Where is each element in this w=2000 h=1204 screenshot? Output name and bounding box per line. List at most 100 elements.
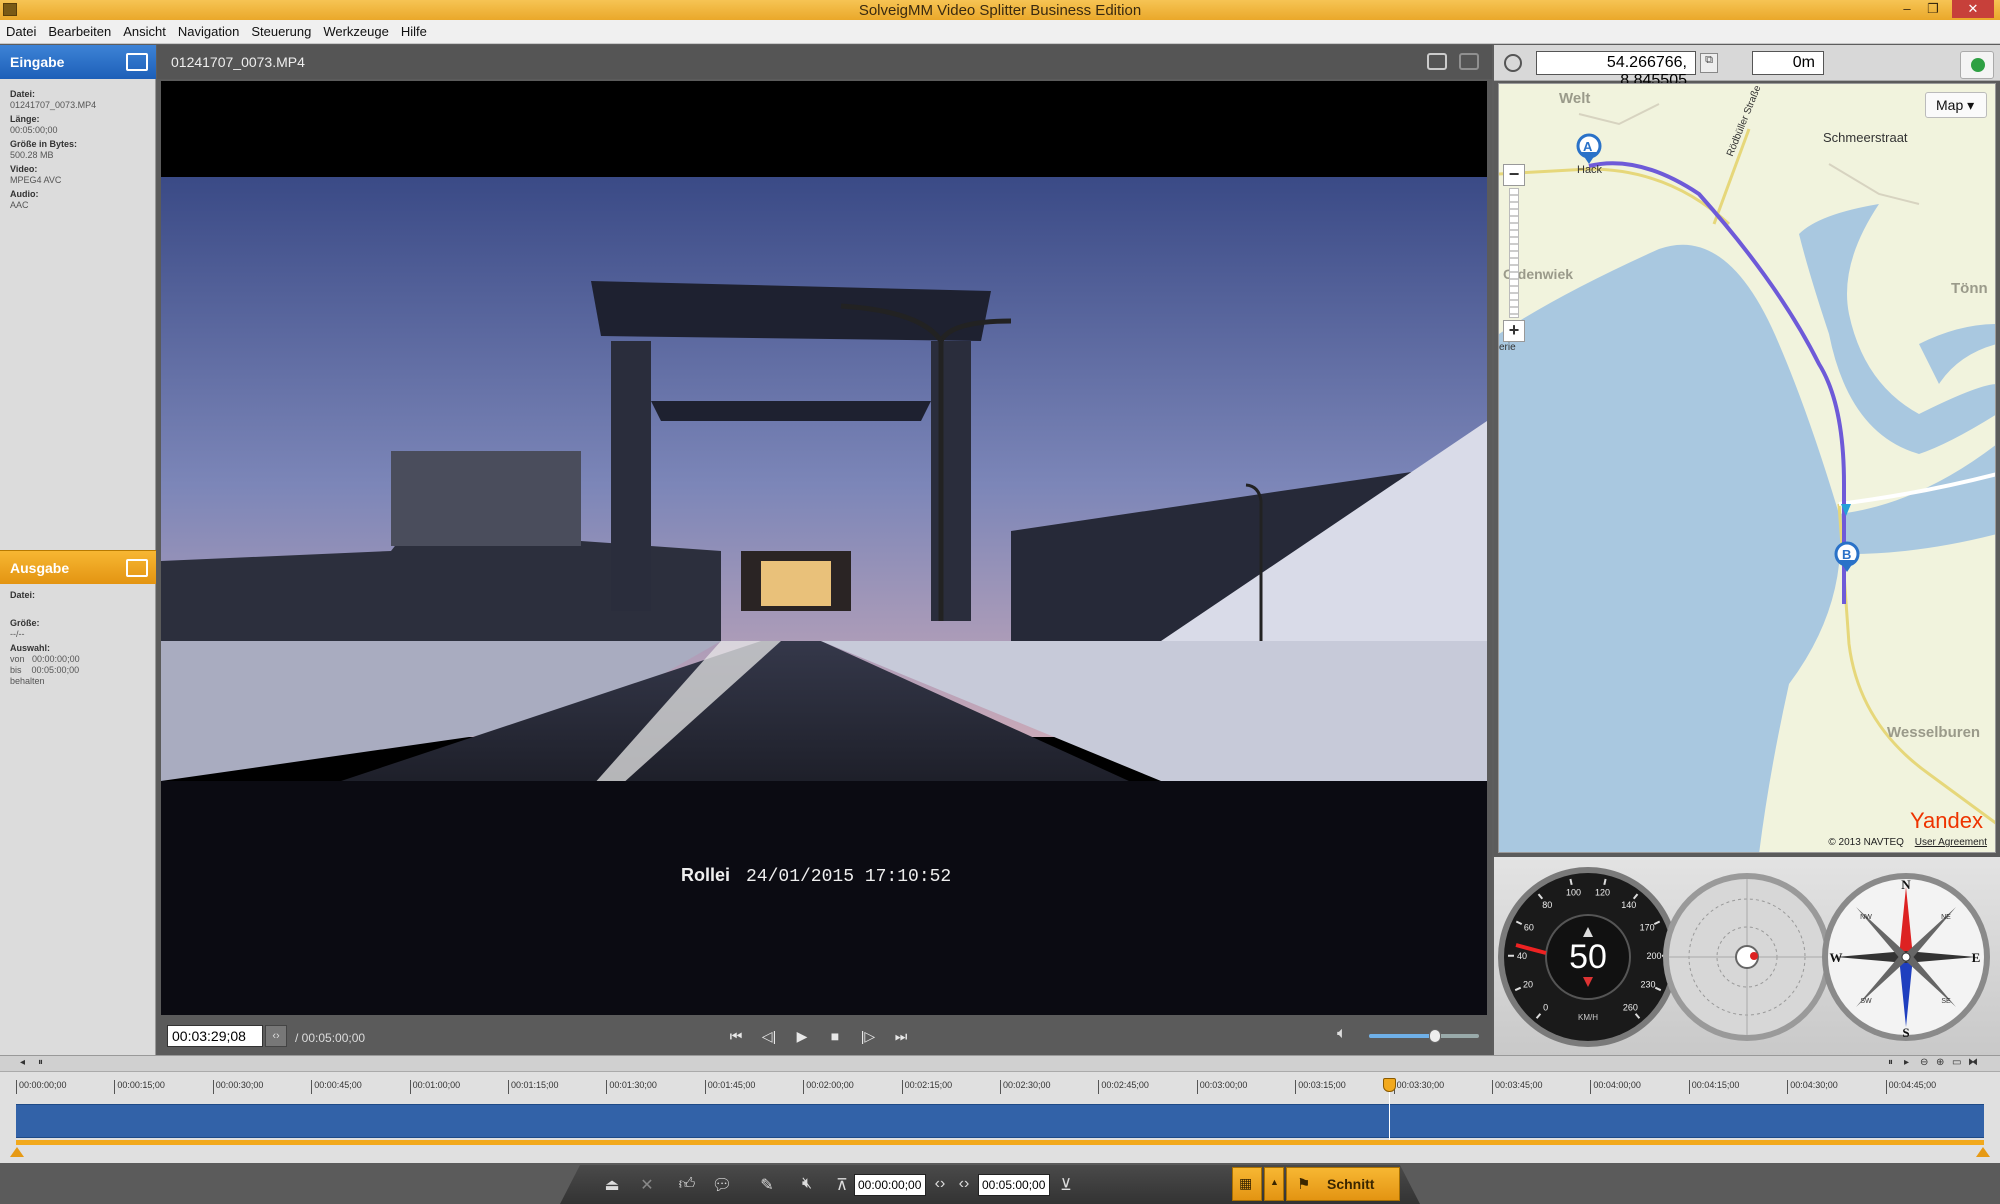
split-timeline-icon[interactable]: ⧓ xyxy=(1968,1057,1978,1068)
cut-controls: ▦ ▲ ⚑ Schnitt xyxy=(1232,1167,1404,1201)
compass-nw: NW xyxy=(1860,914,1872,921)
compass-w: W xyxy=(1830,950,1843,965)
volume-knob[interactable] xyxy=(1429,1029,1441,1043)
zoom-out-button[interactable]: − xyxy=(1503,164,1525,186)
minimize-button[interactable]: – xyxy=(1894,0,1920,18)
step-back-icon[interactable]: ◁| xyxy=(755,1025,783,1047)
set-start-icon[interactable]: ⊼ xyxy=(830,1175,854,1195)
eject-icon[interactable]: ⏏ xyxy=(600,1175,624,1195)
film-icon: ▦ xyxy=(1239,1175,1253,1191)
end-time-field[interactable]: 00:05:00;00 xyxy=(978,1174,1050,1196)
comment-icon[interactable]: 💬︎ xyxy=(710,1175,734,1195)
marker-disabled-icon[interactable]: ✕ xyxy=(635,1175,659,1195)
video-player[interactable]: Rollei 24/01/2015 17:10:52 xyxy=(161,81,1487,1015)
start-time-field[interactable]: 00:00:00;00 xyxy=(854,1174,926,1196)
coordinates-field[interactable]: 54.266766, 8.845505 xyxy=(1536,51,1696,89)
restore-button[interactable]: ❐ xyxy=(1920,0,1946,18)
step-forward-icon[interactable]: |▷ xyxy=(854,1025,882,1047)
copy-icon[interactable]: ⧉ xyxy=(1700,53,1718,73)
menu-bar: Datei Bearbeiten Ansicht Navigation Steuerun… xyxy=(0,20,2000,44)
map-label-hack: Hack xyxy=(1577,164,1603,176)
timeline-scroll-right-icon[interactable]: ▸ xyxy=(1904,1057,1909,1068)
zoom-out-timeline-icon[interactable]: ⊖ xyxy=(1920,1057,1928,1068)
map-label-toenning: Tönn xyxy=(1951,280,1988,297)
end-time-spin-icon[interactable]: ‹› xyxy=(952,1175,976,1193)
from-label: von xyxy=(10,654,25,664)
output-header-label: Ausgabe xyxy=(10,560,70,576)
snapshot-icon[interactable] xyxy=(1427,53,1447,70)
timecode-input[interactable]: 00:03:29;08 xyxy=(167,1025,263,1047)
stop-icon[interactable]: ■ xyxy=(821,1025,849,1047)
edit-icon[interactable]: ✎ xyxy=(755,1175,779,1195)
volume-icon[interactable]: 🔈︎ xyxy=(1337,1025,1347,1043)
menu-steuerung[interactable]: Steuerung xyxy=(245,20,317,44)
timeline-tick-label: 00:03:30;00 xyxy=(1393,1080,1444,1094)
speed-unit: KM/H xyxy=(1578,1013,1598,1022)
fit-timeline-icon[interactable]: ▭ xyxy=(1952,1057,1961,1068)
timeline-tick-label: 00:04:00;00 xyxy=(1590,1080,1641,1094)
zoom-in-timeline-icon[interactable]: ⊕ xyxy=(1936,1057,1944,1068)
map-type-dropdown[interactable]: Map ▾ xyxy=(1925,92,1987,118)
menu-hilfe[interactable]: Hilfe xyxy=(395,20,433,44)
go-to-end-icon[interactable]: ⏭ xyxy=(887,1025,915,1047)
zoom-in-button[interactable]: + xyxy=(1503,320,1525,342)
length-value: 00:05:00;00 xyxy=(10,125,58,135)
selection-label: Auswahl: xyxy=(10,643,51,653)
selection-bar[interactable] xyxy=(16,1140,1984,1145)
timeline-scroll-left-icon[interactable]: ◂ xyxy=(20,1057,25,1068)
timeline-tick-label: 00:00:30;00 xyxy=(212,1080,263,1094)
input-info: Datei: 01241707_0073.MP4 Länge: 00:05:00… xyxy=(10,89,96,211)
coordinate-bar: 54.266766, 8.845505 ⧉ 0m xyxy=(1494,45,2000,89)
volume-slider[interactable] xyxy=(1369,1029,1479,1043)
save-icon[interactable] xyxy=(126,559,148,577)
selection-end-marker[interactable] xyxy=(1976,1147,1990,1157)
gps-icon[interactable] xyxy=(1504,54,1522,72)
map-label-wesselburen: Wesselburen xyxy=(1887,724,1981,741)
mute-icon[interactable]: 🔇︎ xyxy=(795,1175,819,1193)
cut-mode-button[interactable]: ▦ xyxy=(1232,1167,1262,1201)
video-label: Video: xyxy=(10,164,38,174)
map-view[interactable]: A B Welt Schmeerstraat Rödbüller Straße … xyxy=(1498,83,1996,853)
cut-mode-dropdown[interactable]: ▲ xyxy=(1264,1167,1284,1201)
zoom-slider[interactable] xyxy=(1509,188,1519,318)
timecode-spin-icon[interactable]: ‹› xyxy=(265,1025,287,1047)
timeline-tick-label: 00:00:45;00 xyxy=(311,1080,362,1094)
close-button[interactable]: ✕ xyxy=(1952,0,1994,18)
timeline-tick-label: 00:01:30;00 xyxy=(606,1080,657,1094)
to-label: bis xyxy=(10,665,22,675)
compass-s: S xyxy=(1902,1025,1909,1040)
go-to-start-icon[interactable]: ⏮ xyxy=(722,1025,750,1047)
menu-werkzeuge[interactable]: Werkzeuge xyxy=(317,20,395,44)
selection-start-marker[interactable] xyxy=(10,1147,24,1157)
copyright-text: © 2013 NAVTEQ xyxy=(1828,837,1904,848)
playhead-handle[interactable] xyxy=(1383,1078,1396,1092)
timeline[interactable]: ◂ ⏸ ⏸ ▸ ⊖ ⊕ ▭ ⧓ 00:00:00;00 00:00:15;00 00… xyxy=(0,1055,2000,1163)
timeline-tick-label: 00:03:45;00 xyxy=(1492,1080,1543,1094)
menu-bearbeiten[interactable]: Bearbeiten xyxy=(42,20,117,44)
thumb-up-icon[interactable]: 👍︎ xyxy=(675,1175,699,1194)
timeline-pause-icon[interactable]: ⏸ xyxy=(1888,1057,1893,1068)
play-icon[interactable]: ▶ xyxy=(788,1025,816,1047)
gauges-area: 50 KM/H 0 20 40 60 80 100 120 140 170 200 230 260 xyxy=(1494,857,2000,1055)
menu-datei[interactable]: Datei xyxy=(0,20,42,44)
g-sensor-gauge xyxy=(1663,873,1831,1041)
trash-icon[interactable] xyxy=(1459,53,1479,70)
start-time-spin-icon[interactable]: ‹› xyxy=(928,1175,952,1193)
cut-button-label: Schnitt xyxy=(1327,1176,1375,1192)
cut-button[interactable]: ⚑ Schnitt xyxy=(1286,1167,1400,1201)
menu-navigation[interactable]: Navigation xyxy=(172,20,245,44)
audio-label: Audio: xyxy=(10,189,39,199)
set-end-icon[interactable]: ⊻ xyxy=(1054,1175,1078,1195)
output-panel-header: Ausgabe xyxy=(0,550,156,584)
user-agreement-link[interactable]: User Agreement xyxy=(1915,837,1987,848)
distance-field[interactable]: 0m xyxy=(1752,51,1824,75)
total-duration: / 00:05:00;00 xyxy=(295,1031,366,1045)
timeline-pause-marker-icon[interactable]: ⏸ xyxy=(38,1057,43,1068)
sync-button[interactable] xyxy=(1960,51,1994,79)
open-folder-icon[interactable] xyxy=(126,53,148,71)
timeline-tick-label: 00:04:15;00 xyxy=(1688,1080,1739,1094)
timeline-tick-label: 00:00:15;00 xyxy=(114,1080,165,1094)
speed-tick-mark xyxy=(1603,878,1607,886)
menu-ansicht[interactable]: Ansicht xyxy=(117,20,172,44)
video-track[interactable] xyxy=(16,1104,1984,1138)
